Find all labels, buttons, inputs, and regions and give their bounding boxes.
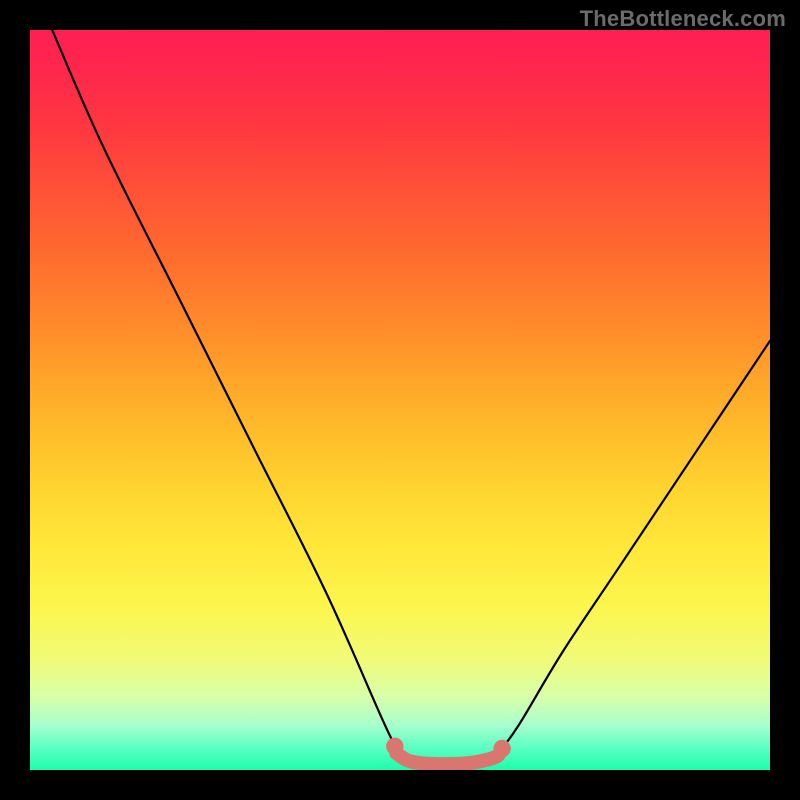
watermark-text: TheBottleneck.com (580, 6, 786, 32)
highlight-dot (493, 740, 510, 757)
highlight-band-path (396, 752, 500, 764)
curve-layer (30, 30, 770, 770)
highlight-dot (386, 738, 403, 755)
bottleneck-curve-path (52, 30, 770, 765)
chart-stage: TheBottleneck.com (0, 0, 800, 800)
plot-area (30, 30, 770, 770)
